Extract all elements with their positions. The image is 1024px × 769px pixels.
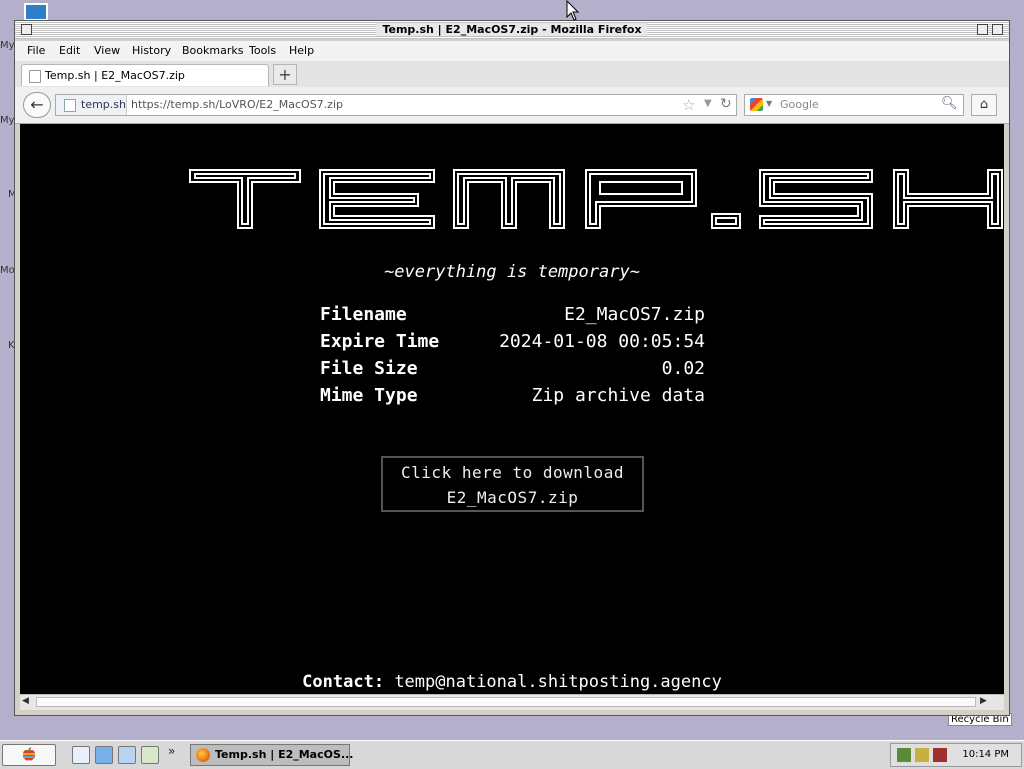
mouse-cursor-icon — [566, 0, 580, 21]
contact-label: Contact: — [302, 672, 385, 692]
tagline: ~everything is temporary~ — [384, 262, 640, 282]
menu-history[interactable]: History — [132, 44, 171, 57]
history-dropdown-icon[interactable]: ▼ — [704, 98, 712, 109]
app-tray-icon[interactable] — [933, 748, 947, 762]
tab-label: Temp.sh | E2_MacOS7.zip — [45, 69, 185, 82]
file-info-table: Filename E2_MacOS7.zip Expire Time 2024-… — [320, 304, 705, 412]
desktop-icon-label[interactable]: My — [0, 115, 15, 126]
reload-icon[interactable]: ↻ — [720, 96, 732, 112]
info-row-expire-time: Expire Time 2024-01-08 00:05:54 — [320, 331, 705, 358]
horizontal-scrollbar[interactable]: ◀ ▶ — [20, 694, 1004, 710]
taskbar-button-label: Temp.sh | E2_MacOS... — [215, 748, 354, 761]
info-row-mime-type: Mime Type Zip archive data — [320, 385, 705, 412]
download-button-line1: Click here to download — [401, 463, 624, 482]
desktop-icon-label[interactable]: Mo — [0, 265, 15, 276]
page-favicon-icon — [29, 70, 41, 83]
menu-tools[interactable]: Tools — [249, 44, 276, 57]
window-menu-icon[interactable] — [21, 24, 32, 35]
taskbar-firefox-button[interactable]: Temp.sh | E2_MacOS... — [190, 744, 354, 766]
menu-help[interactable]: Help — [289, 44, 314, 57]
system-tray: 10:14 PM — [890, 743, 1022, 767]
site-identity-button[interactable]: temp.sh — [56, 95, 127, 115]
engine-dropdown-icon[interactable]: ▼ — [766, 99, 772, 108]
info-row-filename: Filename E2_MacOS7.zip — [320, 304, 705, 331]
page-icon — [64, 99, 76, 112]
info-key: Mime Type — [320, 385, 418, 406]
info-key: Expire Time — [320, 331, 440, 352]
url-bar[interactable]: temp.sh https://temp.sh/LoVRO/E2_MacOS7.… — [55, 94, 737, 116]
scroll-left-icon[interactable]: ◀ — [22, 696, 29, 706]
bookmark-star-icon[interactable]: ☆ — [682, 96, 695, 114]
page-content: ~everything is temporary~ Filename E2_Ma… — [20, 124, 1004, 694]
home-icon: ⌂ — [979, 97, 989, 112]
new-tab-button[interactable]: + — [273, 64, 297, 85]
browser-window: Temp.sh | E2_MacOS7.zip - Mozilla Firefo… — [14, 20, 1010, 716]
menu-bookmarks[interactable]: Bookmarks — [182, 44, 243, 57]
info-value: E2_MacOS7.zip — [564, 304, 705, 325]
network-icon[interactable] — [118, 746, 136, 764]
site-logo — [189, 169, 1003, 229]
desktop-monitor-icon[interactable] — [24, 3, 48, 21]
info-row-file-size: File Size 0.02 — [320, 358, 705, 385]
menu-edit[interactable]: Edit — [59, 44, 80, 57]
search-icon[interactable]: 🔍︎ — [941, 96, 958, 111]
scroll-right-icon[interactable]: ▶ — [980, 696, 987, 706]
tab-active[interactable]: Temp.sh | E2_MacOS7.zip — [21, 64, 269, 86]
network-tray-icon[interactable] — [897, 748, 911, 762]
search-bar[interactable]: ▼ Google 🔍︎ — [744, 94, 964, 116]
tab-strip: Temp.sh | E2_MacOS7.zip + — [15, 61, 1009, 87]
home-button[interactable]: ⌂ — [971, 94, 997, 116]
maximize-icon[interactable] — [977, 24, 988, 35]
download-button[interactable]: Click here to download E2_MacOS7.zip — [381, 456, 644, 512]
info-value: Zip archive data — [531, 385, 705, 406]
back-arrow-icon: ← — [30, 95, 44, 114]
info-key: Filename — [320, 304, 407, 325]
google-engine-icon[interactable] — [750, 98, 763, 111]
contact-line: Contact: temp@national.shitposting.agenc… — [20, 672, 1004, 692]
titlebar[interactable]: Temp.sh | E2_MacOS7.zip - Mozilla Firefo… — [15, 21, 1009, 39]
search-files-icon[interactable] — [141, 746, 159, 764]
shade-icon[interactable] — [992, 24, 1003, 35]
menu-view[interactable]: View — [94, 44, 120, 57]
start-button[interactable] — [2, 744, 56, 766]
info-value: 0.02 — [661, 358, 705, 379]
navigation-toolbar: ← temp.sh https://temp.sh/LoVRO/E2_MacOS… — [15, 87, 1009, 124]
window-title: Temp.sh | E2_MacOS7.zip - Mozilla Firefo… — [376, 23, 648, 36]
volume-tray-icon[interactable] — [915, 748, 929, 762]
info-key: File Size — [320, 358, 418, 379]
show-desktop-icon[interactable] — [72, 746, 90, 764]
url-text[interactable]: https://temp.sh/LoVRO/E2_MacOS7.zip — [131, 98, 343, 111]
quicklaunch-more-icon[interactable]: » — [168, 744, 175, 758]
browser-icon[interactable] — [95, 746, 113, 764]
scrollbar-thumb[interactable] — [36, 697, 976, 707]
back-button[interactable]: ← — [23, 92, 51, 118]
search-placeholder[interactable]: Google — [780, 98, 819, 111]
menubar: File Edit View History Bookmarks Tools H… — [15, 41, 1009, 62]
menu-file[interactable]: File — [27, 44, 45, 57]
desktop-icon-label[interactable]: My — [0, 40, 15, 51]
contact-email-link[interactable]: temp@national.shitposting.agency — [394, 672, 722, 692]
firefox-icon — [196, 748, 210, 762]
site-identity-label: temp.sh — [81, 98, 126, 111]
download-button-line2: E2_MacOS7.zip — [446, 488, 579, 507]
taskbar: » Temp.sh | E2_MacOS... 10:14 PM — [0, 740, 1024, 769]
apple-icon — [23, 747, 35, 761]
info-value: 2024-01-08 00:05:54 — [499, 331, 705, 352]
clock[interactable]: 10:14 PM — [962, 749, 1009, 760]
